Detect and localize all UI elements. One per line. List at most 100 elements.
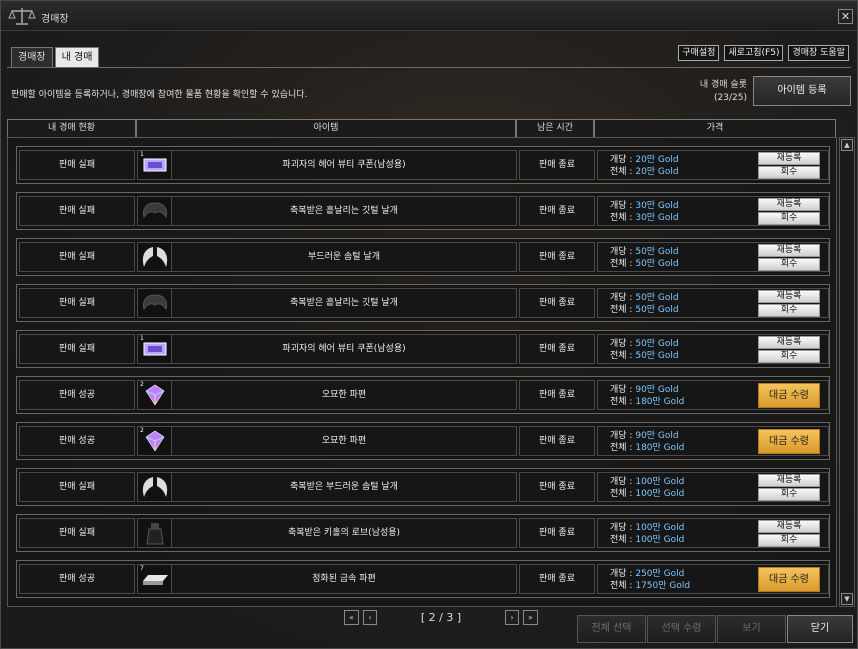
retrieve-button[interactable]: 회수 xyxy=(758,350,820,363)
time-remaining: 판매 종료 xyxy=(519,472,595,502)
item-name: 부드러운 솜털 날개 xyxy=(308,252,380,262)
item-name: 축복받은 부드러운 솜털 날개 xyxy=(290,482,398,492)
dark-wings-icon xyxy=(143,294,167,311)
reregister-button[interactable]: 재등록 xyxy=(758,198,820,211)
retrieve-button[interactable]: 회수 xyxy=(758,212,820,225)
total-price: 30만 Gold xyxy=(635,213,679,223)
table-row[interactable]: 판매 성공 2 오묘한 파편 판매 종료 개당 : 90만 Gold 전체 : … xyxy=(16,376,830,414)
table-row[interactable]: 판매 성공 7 정화된 금속 파편 판매 종료 개당 : 250만 Gold 전… xyxy=(16,560,830,598)
retrieve-button[interactable]: 회수 xyxy=(758,304,820,317)
retrieve-button[interactable]: 회수 xyxy=(758,488,820,501)
page-indicator: [ 2 / 3 ] xyxy=(420,611,462,624)
table-row[interactable]: 판매 실패 축복받은 흩날리는 깃털 날개 판매 종료 개당 : 30만 Gol… xyxy=(16,192,830,230)
prev-page-icon[interactable]: ‹ xyxy=(363,610,377,625)
item-cell: 축복받은 부드러운 솜털 날개 xyxy=(137,472,517,502)
status-cell: 판매 성공 xyxy=(19,426,135,456)
retrieve-button[interactable]: 회수 xyxy=(758,534,820,547)
status-cell: 판매 성공 xyxy=(19,380,135,410)
item-cell: 2 오묘한 파편 xyxy=(137,380,517,410)
claim-payment-button[interactable]: 대금 수령 xyxy=(758,383,820,408)
item-quantity: 2 xyxy=(140,381,144,388)
total-price-label: 전체 : xyxy=(610,351,633,361)
auction-window: 경매장 ✕ 경매장 내 경매 구매설정 새로고침(F5) 경매장 도움말 판매할… xyxy=(0,0,858,649)
item-cell: 1 파괴자의 헤어 뷰티 쿠폰(남성용) xyxy=(137,150,517,180)
table-row[interactable]: 판매 실패 축복받은 부드러운 솜털 날개 판매 종료 개당 : 100만 Go… xyxy=(16,468,830,506)
table-row[interactable]: 판매 실패 축복받은 흩날리는 깃털 날개 판매 종료 개당 : 50만 Gol… xyxy=(16,284,830,322)
item-name: 축복받은 흩날리는 깃털 날개 xyxy=(290,298,398,308)
unit-price-label: 개당 : xyxy=(610,385,633,395)
scrollbar[interactable]: ▲ ▼ xyxy=(839,137,855,607)
white-wings-icon xyxy=(142,477,168,497)
unit-price-label: 개당 : xyxy=(610,431,633,441)
item-name: 파괴자의 헤어 뷰티 쿠폰(남성용) xyxy=(282,160,406,170)
tab-my-auctions[interactable]: 내 경매 xyxy=(54,47,100,67)
table-row[interactable]: 판매 실패 축복받은 키홀의 로브(남성용) 판매 종료 개당 : 100만 G… xyxy=(16,514,830,552)
reregister-button[interactable]: 재등록 xyxy=(758,336,820,349)
reregister-button[interactable]: 재등록 xyxy=(758,152,820,165)
reregister-button[interactable]: 재등록 xyxy=(758,520,820,533)
table-row[interactable]: 판매 성공 2 오묘한 파편 판매 종료 개당 : 90만 Gold 전체 : … xyxy=(16,422,830,460)
column-header-status[interactable]: 내 경매 현황 xyxy=(7,119,136,137)
item-quantity: 2 xyxy=(140,427,144,434)
tab-divider xyxy=(7,67,851,68)
total-price-label: 전체 : xyxy=(610,167,633,177)
item-name: 정화된 금속 파편 xyxy=(312,574,376,584)
claim-payment-button[interactable]: 대금 수령 xyxy=(758,567,820,592)
column-header-price[interactable]: 가격 xyxy=(594,119,836,137)
item-thumbnail: 1 xyxy=(138,151,172,179)
dark-wings-icon xyxy=(143,202,167,219)
column-header-time[interactable]: 남은 시간 xyxy=(516,119,594,137)
price-lines: 개당 : 50만 Gold 전체 : 50만 Gold xyxy=(610,246,679,270)
scroll-up-icon[interactable]: ▲ xyxy=(841,139,853,151)
column-header-item[interactable]: 아이템 xyxy=(136,119,516,137)
retrieve-button[interactable]: 회수 xyxy=(758,258,820,271)
total-price-label: 전체 : xyxy=(610,259,633,269)
close-icon[interactable]: ✕ xyxy=(838,9,853,24)
close-button[interactable]: 닫기 xyxy=(787,615,853,643)
first-page-icon[interactable]: « xyxy=(344,610,359,625)
total-price: 180만 Gold xyxy=(635,397,685,407)
register-item-button[interactable]: 아이템 등록 xyxy=(753,76,851,106)
select-all-button[interactable]: 전체 선택 xyxy=(577,615,646,643)
item-thumbnail: 7 xyxy=(138,565,172,593)
last-page-icon[interactable]: » xyxy=(523,610,538,625)
row-action-buttons: 재등록 회수 xyxy=(758,336,820,364)
retrieve-button[interactable]: 회수 xyxy=(758,166,820,179)
item-name: 축복받은 키홀의 로브(남성용) xyxy=(287,528,401,538)
row-action-buttons: 재등록 회수 xyxy=(758,520,820,548)
view-button[interactable]: 보기 xyxy=(717,615,786,643)
unit-price-label: 개당 : xyxy=(610,339,633,349)
unit-price-label: 개당 : xyxy=(610,155,633,165)
scroll-down-icon[interactable]: ▼ xyxy=(841,593,853,605)
unit-price: 90만 Gold xyxy=(635,385,679,395)
price-cell: 개당 : 30만 Gold 전체 : 30만 Gold 재등록 회수 xyxy=(597,196,829,226)
reregister-button[interactable]: 재등록 xyxy=(758,290,820,303)
price-lines: 개당 : 90만 Gold 전체 : 180만 Gold xyxy=(610,384,684,408)
row-action-buttons: 재등록 회수 xyxy=(758,198,820,226)
table-row[interactable]: 판매 실패 부드러운 솜털 날개 판매 종료 개당 : 50만 Gold 전체 … xyxy=(16,238,830,276)
tab-auction-house[interactable]: 경매장 xyxy=(11,47,53,67)
item-quantity: 7 xyxy=(140,565,144,572)
item-cell: 축복받은 흩날리는 깃털 날개 xyxy=(137,288,517,318)
scale-icon xyxy=(8,8,36,25)
window-title: 경매장 xyxy=(41,14,69,25)
description-text: 판매할 아이템을 등록하거나, 경매장에 참여한 물품 현황을 확인할 수 있습… xyxy=(11,90,308,100)
price-lines: 개당 : 100만 Gold 전체 : 100만 Gold xyxy=(610,476,684,500)
claim-payment-button[interactable]: 대금 수령 xyxy=(758,429,820,454)
help-button[interactable]: 경매장 도움말 xyxy=(788,45,849,61)
unit-price: 30만 Gold xyxy=(635,201,679,211)
table-row[interactable]: 판매 실패 1 파괴자의 헤어 뷰티 쿠폰(남성용) 판매 종료 개당 : 20… xyxy=(16,146,830,184)
item-cell: 1 파괴자의 헤어 뷰티 쿠폰(남성용) xyxy=(137,334,517,364)
reregister-button[interactable]: 재등록 xyxy=(758,474,820,487)
row-action-buttons: 재등록 회수 xyxy=(758,474,820,502)
title-bar[interactable]: 경매장 ✕ xyxy=(1,1,857,31)
purchase-settings-button[interactable]: 구매설정 xyxy=(678,45,720,61)
status-cell: 판매 실패 xyxy=(19,472,135,502)
unit-price-label: 개당 : xyxy=(610,293,633,303)
reregister-button[interactable]: 재등록 xyxy=(758,244,820,257)
unit-price-label: 개당 : xyxy=(610,477,633,487)
refresh-button[interactable]: 새로고침(F5) xyxy=(724,45,784,61)
claim-selected-button[interactable]: 선택 수령 xyxy=(647,615,716,643)
table-row[interactable]: 판매 실패 1 파괴자의 헤어 뷰티 쿠폰(남성용) 판매 종료 개당 : 50… xyxy=(16,330,830,368)
next-page-icon[interactable]: › xyxy=(505,610,519,625)
